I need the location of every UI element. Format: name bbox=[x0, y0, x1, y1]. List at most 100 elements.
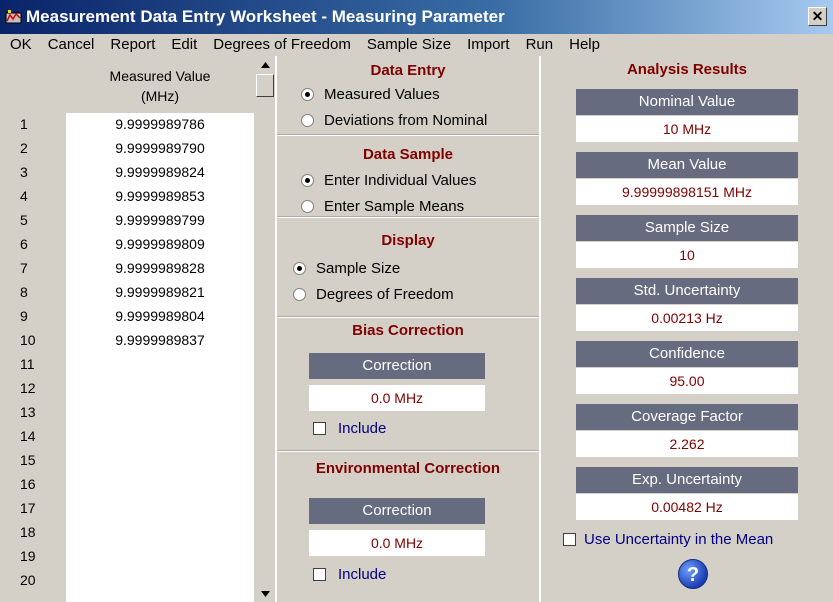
std-uncertainty-value: 0.00213 Hz bbox=[576, 305, 798, 331]
exp-uncertainty-header: Exp. Uncertainty bbox=[576, 467, 798, 493]
measured-value-cell[interactable] bbox=[66, 497, 254, 519]
use-uncertainty-checkbox[interactable]: Use Uncertainty in the Mean bbox=[563, 531, 773, 548]
menu-report[interactable]: Report bbox=[102, 34, 163, 56]
measured-value-cell[interactable]: 9.9999989786 bbox=[66, 113, 254, 135]
menu-help[interactable]: Help bbox=[561, 34, 608, 56]
scroll-thumb[interactable] bbox=[256, 74, 274, 97]
measured-value-cell[interactable]: 9.9999989853 bbox=[66, 185, 254, 207]
arrow-down-icon[interactable] bbox=[258, 586, 273, 601]
row-number: 1 bbox=[20, 116, 28, 132]
measured-value-cell[interactable] bbox=[66, 473, 254, 495]
close-button[interactable]: ✕ bbox=[808, 7, 827, 26]
radio-sample-means-indicator[interactable] bbox=[301, 200, 314, 213]
vertical-scrollbar[interactable] bbox=[256, 56, 275, 602]
coverage-factor-value: 2.262 bbox=[576, 431, 798, 457]
row-number: 8 bbox=[20, 284, 28, 300]
measured-value-cell[interactable] bbox=[66, 401, 254, 423]
measured-value-cell[interactable] bbox=[66, 545, 254, 567]
environmental-correction-header: Correction bbox=[309, 498, 485, 524]
std-uncertainty-header: Std. Uncertainty bbox=[576, 278, 798, 304]
data-entry-section: Data Entry Measured Values Deviations fr… bbox=[277, 56, 539, 136]
nominal-value-header: Nominal Value bbox=[576, 89, 798, 115]
environmental-include-checkbox[interactable]: Include bbox=[313, 566, 386, 583]
bias-correction-value[interactable]: 0.0 MHz bbox=[309, 385, 485, 411]
radio-sample-means[interactable]: Enter Sample Means bbox=[301, 198, 464, 215]
mean-value-value: 9.99999898151 MHz bbox=[576, 179, 798, 205]
measured-value-cell[interactable] bbox=[66, 377, 254, 399]
row-number: 15 bbox=[20, 452, 36, 468]
arrow-up-icon[interactable] bbox=[258, 58, 273, 73]
row-number: 7 bbox=[20, 260, 28, 276]
nominal-value-value: 10 MHz bbox=[576, 116, 798, 142]
menu-degrees-of-freedom[interactable]: Degrees of Freedom bbox=[205, 34, 359, 56]
row-number: 19 bbox=[20, 548, 36, 564]
environmental-correction-value[interactable]: 0.0 MHz bbox=[309, 530, 485, 556]
radio-display-dof-label: Degrees of Freedom bbox=[316, 286, 454, 303]
bias-include-box[interactable] bbox=[313, 422, 326, 435]
measured-value-cell[interactable] bbox=[66, 425, 254, 447]
radio-measured-values[interactable]: Measured Values bbox=[301, 86, 440, 103]
radio-display-dof[interactable]: Degrees of Freedom bbox=[293, 286, 454, 303]
measured-value-cell[interactable]: 9.9999989809 bbox=[66, 233, 254, 255]
menu-import[interactable]: Import bbox=[459, 34, 518, 56]
measured-value-cell[interactable]: 9.9999989824 bbox=[66, 161, 254, 183]
use-uncertainty-box[interactable] bbox=[563, 533, 576, 546]
title-bar: Measurement Data Entry Worksheet - Measu… bbox=[0, 0, 833, 34]
radio-display-sample-size-indicator[interactable] bbox=[293, 262, 306, 275]
measured-value-cell[interactable] bbox=[66, 353, 254, 375]
bias-include-label: Include bbox=[338, 420, 387, 437]
data-entry-title: Data Entry bbox=[370, 62, 446, 79]
menu-cancel[interactable]: Cancel bbox=[40, 34, 103, 56]
radio-individual-values[interactable]: Enter Individual Values bbox=[301, 172, 476, 189]
data-sample-section: Data Sample Enter Individual Values Ente… bbox=[277, 138, 539, 218]
close-icon: ✕ bbox=[811, 8, 824, 24]
row-number: 3 bbox=[20, 164, 28, 180]
menu-bar: OK Cancel Report Edit Degrees of Freedom… bbox=[0, 34, 833, 56]
row-number: 13 bbox=[20, 404, 36, 420]
bias-correction-section: Bias Correction Correction 0.0 MHz Inclu… bbox=[277, 318, 539, 452]
menu-run[interactable]: Run bbox=[518, 34, 562, 56]
measured-value-cell[interactable] bbox=[66, 521, 254, 543]
exp-uncertainty-value: 0.00482 Hz bbox=[576, 494, 798, 520]
measured-value-cell[interactable]: 9.9999989799 bbox=[66, 209, 254, 231]
bias-include-checkbox[interactable]: Include bbox=[313, 420, 386, 437]
radio-individual-values-indicator[interactable] bbox=[301, 174, 314, 187]
app-icon bbox=[5, 10, 22, 24]
help-icon[interactable]: ? bbox=[678, 559, 708, 589]
data-sample-title: Data Sample bbox=[362, 146, 454, 163]
window-title: Measurement Data Entry Worksheet - Measu… bbox=[26, 7, 505, 26]
measured-value-cell[interactable]: 9.9999989790 bbox=[66, 137, 254, 159]
row-number: 9 bbox=[20, 308, 28, 324]
radio-deviations[interactable]: Deviations from Nominal bbox=[301, 112, 487, 129]
environmental-include-box[interactable] bbox=[313, 568, 326, 581]
confidence-value: 95.00 bbox=[576, 368, 798, 394]
radio-deviations-label: Deviations from Nominal bbox=[324, 112, 488, 129]
sample-size-value: 10 bbox=[576, 242, 798, 268]
display-section: Display Sample Size Degrees of Freedom bbox=[277, 220, 539, 318]
measured-value-cell[interactable]: 9.9999989804 bbox=[66, 305, 254, 327]
measured-value-cell[interactable]: 9.9999989837 bbox=[66, 329, 254, 351]
column-header-line1: Measured Value bbox=[109, 68, 211, 84]
radio-measured-values-label: Measured Values bbox=[324, 86, 440, 103]
analysis-results-title: Analysis Results bbox=[626, 61, 748, 78]
row-number: 16 bbox=[20, 476, 36, 492]
radio-display-sample-size-label: Sample Size bbox=[316, 260, 401, 277]
measured-value-cell[interactable]: 9.9999989828 bbox=[66, 257, 254, 279]
menu-edit[interactable]: Edit bbox=[163, 34, 205, 56]
measured-value-cell[interactable] bbox=[66, 449, 254, 471]
measured-value-cell[interactable]: 9.9999989821 bbox=[66, 281, 254, 303]
radio-display-sample-size[interactable]: Sample Size bbox=[293, 260, 400, 277]
radio-deviations-indicator[interactable] bbox=[301, 114, 314, 127]
measured-values-panel: Measured Value (MHz) 1 9.9999989786 2 9.999… bbox=[0, 56, 275, 602]
menu-sample-size[interactable]: Sample Size bbox=[359, 34, 459, 56]
radio-measured-values-indicator[interactable] bbox=[301, 88, 314, 101]
row-number: 6 bbox=[20, 236, 28, 252]
radio-individual-values-label: Enter Individual Values bbox=[324, 172, 477, 189]
bias-correction-title: Bias Correction bbox=[352, 322, 464, 339]
row-number: 18 bbox=[20, 524, 36, 540]
menu-ok[interactable]: OK bbox=[6, 34, 40, 56]
row-number: 20 bbox=[20, 572, 36, 588]
row-number: 17 bbox=[20, 500, 36, 516]
radio-display-dof-indicator[interactable] bbox=[293, 288, 306, 301]
measured-value-cell[interactable] bbox=[66, 569, 254, 591]
